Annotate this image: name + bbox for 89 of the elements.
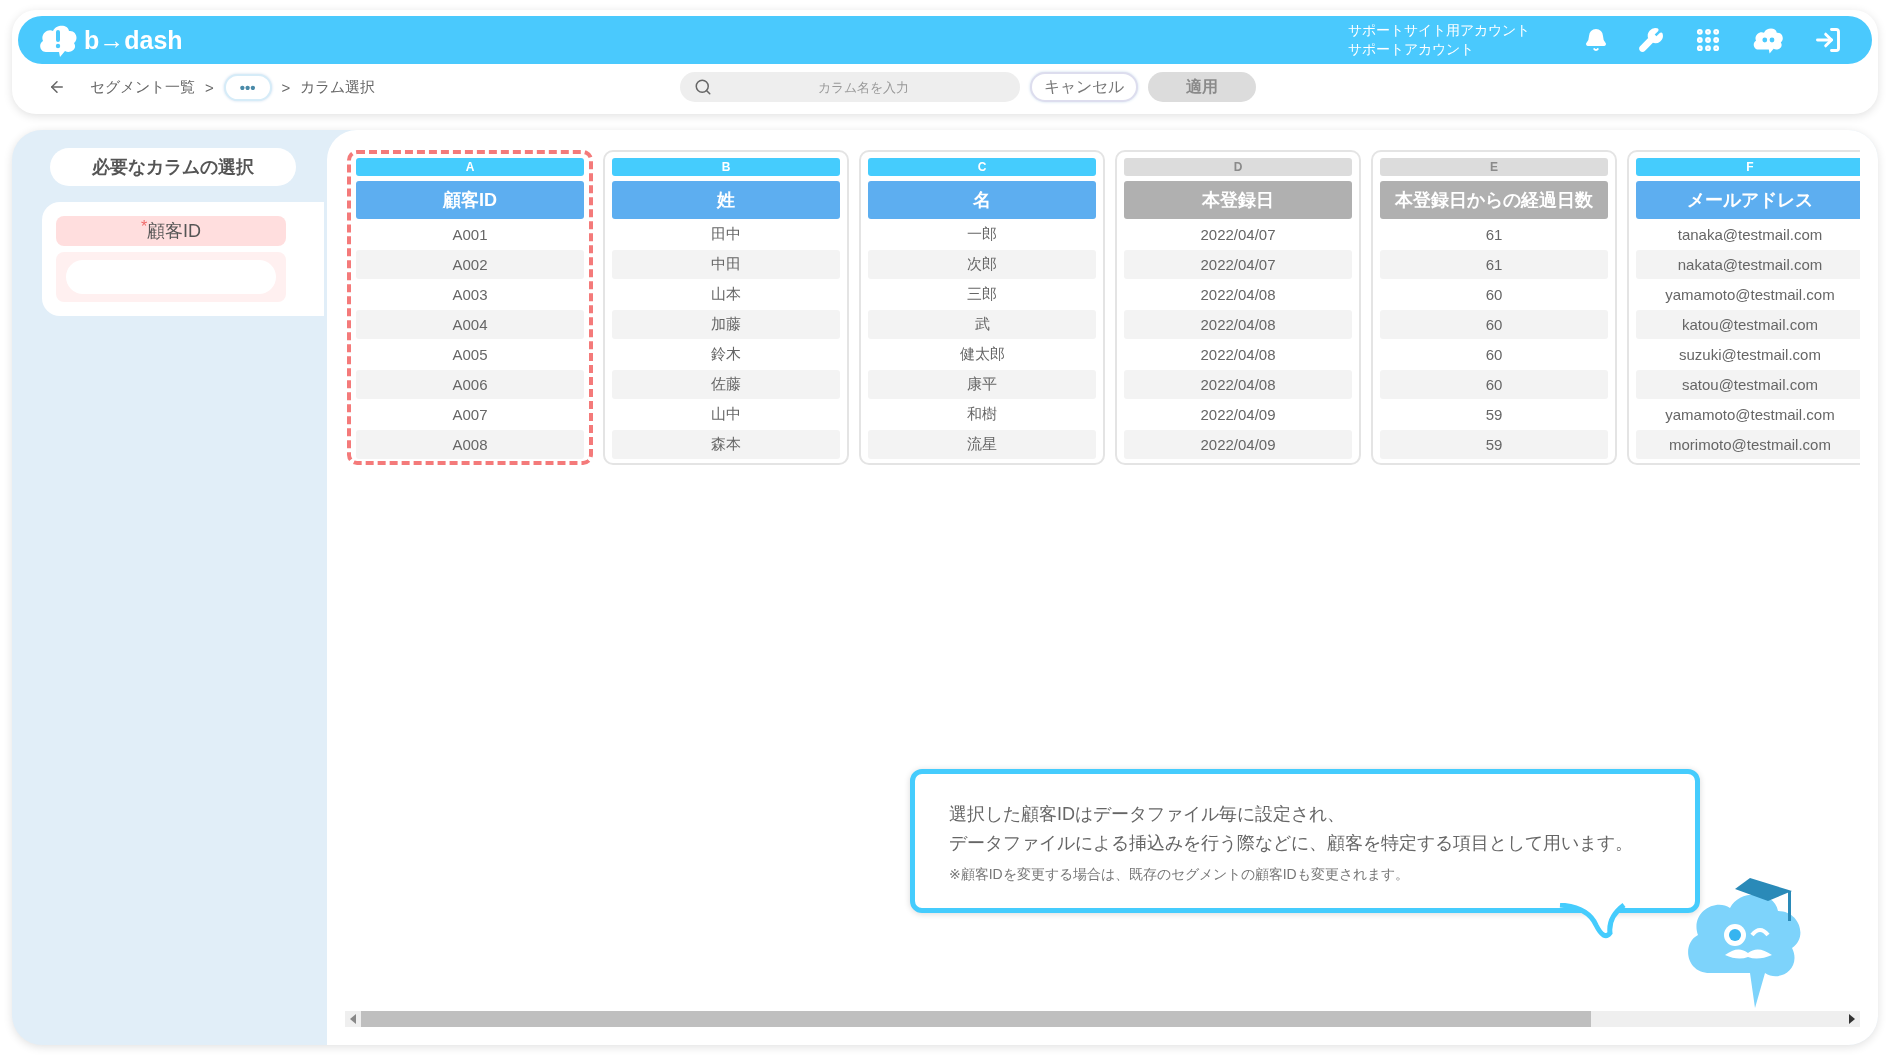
breadcrumb-item[interactable]: セグメント一覧 <box>90 77 195 97</box>
table-cell-text: 健太郎 <box>958 344 1006 364</box>
table-cell: 佐藤 <box>612 370 840 399</box>
table-cell-text: A003 <box>451 285 489 305</box>
search-field[interactable]: カラム名を入力 <box>680 72 1020 102</box>
account-name: サポートアカウント <box>1348 40 1475 59</box>
required-mark: * <box>140 218 148 235</box>
table-cell: nakata@testmail.com <box>1636 250 1860 279</box>
table-cell-text: A007 <box>451 405 489 425</box>
scrollbar-track[interactable] <box>345 1011 1860 1027</box>
table-cell-text: suzuki@testmail.com <box>1678 345 1822 365</box>
table-cell-text: 三郎 <box>966 284 998 304</box>
table-cell: 60 <box>1380 370 1608 399</box>
table-cell-text: tanaka@testmail.com <box>1676 225 1824 245</box>
table-cell: 61 <box>1380 250 1608 279</box>
column-card[interactable]: B 姓 田中 中田 山本 加藤 鈴木 佐藤 山中 森本 <box>603 150 849 465</box>
account-name: サポートサイト用アカウント <box>1348 21 1530 40</box>
table-cell-text: 和樹 <box>966 404 998 424</box>
more-button[interactable]: ••• <box>223 73 272 101</box>
search-icon <box>694 78 712 96</box>
sidebar-title: 必要なカラムの選択 <box>50 148 296 186</box>
table-cell-text: 山中 <box>710 404 742 424</box>
column-header[interactable]: 名 <box>868 181 1096 219</box>
table-cell-text: 2022/04/08 <box>1199 345 1277 365</box>
table-cell: 武 <box>868 310 1096 339</box>
column-letter: D <box>1124 158 1352 176</box>
grid-icon[interactable] <box>1694 26 1722 54</box>
table-cell: 加藤 <box>612 310 840 339</box>
hint-note: ※顧客IDを変更する場合は、既存のセグメントの顧客IDも変更されます。 <box>949 866 1410 884</box>
column-card[interactable]: C 名 一郎 次郎 三郎 武 健太郎 康平 和樹 流星 <box>859 150 1105 465</box>
bell-icon[interactable] <box>1584 28 1608 52</box>
table-cell: 2022/04/08 <box>1124 370 1352 399</box>
table-cell: 2022/04/09 <box>1124 430 1352 459</box>
table-cell: A006 <box>356 370 584 399</box>
table-cell-text: 山本 <box>710 284 742 304</box>
breadcrumb-separator: > <box>205 78 214 96</box>
table-cell-text: 60 <box>1484 285 1504 305</box>
table-cell-text: 2022/04/09 <box>1199 405 1277 425</box>
breadcrumb-separator: > <box>281 78 291 96</box>
wrench-icon[interactable] <box>1638 27 1664 53</box>
cancel-button[interactable]: キャンセル <box>1030 72 1138 102</box>
table-cell-text: 61 <box>1484 225 1504 245</box>
logo-text: b→dash <box>84 25 183 55</box>
column-header[interactable]: 姓 <box>612 181 840 219</box>
table-cell: 森本 <box>612 430 840 459</box>
table-cell: 流星 <box>868 430 1096 459</box>
table-cell: A008 <box>356 430 584 459</box>
table-cell-text: A001 <box>451 225 489 245</box>
sign-in-icon[interactable] <box>1814 26 1842 54</box>
column-header[interactable]: メールアドレス <box>1636 181 1860 219</box>
column-letter: E <box>1380 158 1608 176</box>
table-cell-text: 一郎 <box>966 224 998 244</box>
column-header[interactable]: 顧客ID <box>356 181 584 219</box>
table-cell-text: 2022/04/08 <box>1199 285 1277 305</box>
column-letter: C <box>868 158 1096 176</box>
table-cell: katou@testmail.com <box>1636 310 1860 339</box>
column-letter: F <box>1636 158 1860 176</box>
hint-text: データファイルによる挿込みを行う際などに、顧客を特定する項目として用います。 <box>949 832 1634 855</box>
breadcrumb-item: カラム選択 <box>300 77 376 97</box>
table-cell: 2022/04/08 <box>1124 310 1352 339</box>
table-cell-text: yamamoto@testmail.com <box>1664 285 1836 305</box>
table-cell-text: 60 <box>1484 345 1504 365</box>
scroll-right-icon[interactable] <box>1848 1014 1856 1024</box>
table-cell-text: 鈴木 <box>710 344 742 364</box>
table-cell: A004 <box>356 310 584 339</box>
table-cell: satou@testmail.com <box>1636 370 1860 399</box>
column-letter: A <box>356 158 584 176</box>
table-cell: 60 <box>1380 310 1608 339</box>
table-cell-text: 田中 <box>710 224 742 244</box>
scrollbar-thumb[interactable] <box>361 1011 1591 1027</box>
table-cell-text: A005 <box>451 345 489 365</box>
table-cell: A002 <box>356 250 584 279</box>
table-cell-text: 59 <box>1484 405 1504 425</box>
table-cell: 2022/04/07 <box>1124 250 1352 279</box>
column-card[interactable]: F メールアドレス tanaka@testmail.com nakata@testmail.com yamamoto@testmail.com katou@testmail.com suzuki@testmail.com satou@testmail.com yamamoto@testmail.com morimoto@testmail.com <box>1627 150 1860 465</box>
column-card[interactable]: E 本登録日からの経過日数 61 61 60 60 60 60 59 59 <box>1371 150 1617 465</box>
table-cell: 59 <box>1380 430 1608 459</box>
field-label-text: 顧客ID <box>147 221 202 243</box>
column-card[interactable]: D 本登録日 2022/04/07 2022/04/07 2022/04/08 2022/04/08 2022/04/08 2022/04/08 2022/04/09 2022/04/09 <box>1115 150 1361 465</box>
table-cell: 中田 <box>612 250 840 279</box>
table-cell-text: 2022/04/07 <box>1199 225 1277 245</box>
hint-text: 選択した顧客IDはデータファイル毎に設定され、 <box>949 803 1346 826</box>
table-cell: 康平 <box>868 370 1096 399</box>
scroll-left-icon[interactable] <box>349 1014 357 1024</box>
table-cell-text: yamamoto@testmail.com <box>1664 405 1836 425</box>
column-letter: B <box>612 158 840 176</box>
table-cell: morimoto@testmail.com <box>1636 430 1860 459</box>
column-card[interactable]: A 顧客ID A001 A002 A003 A004 A005 A006 A007 A008 <box>347 150 593 465</box>
table-cell: 次郎 <box>868 250 1096 279</box>
